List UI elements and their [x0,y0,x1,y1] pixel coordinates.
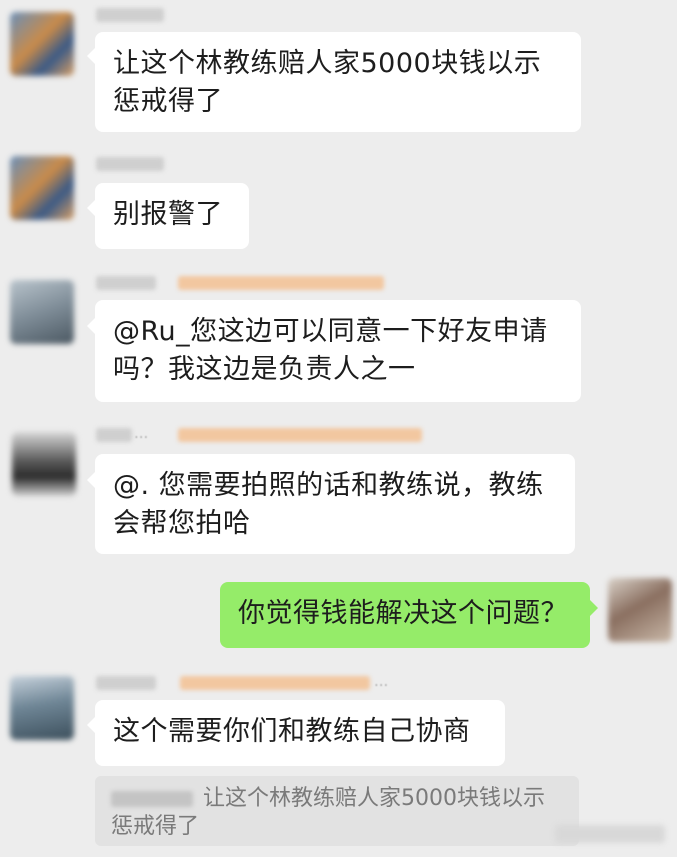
message-bubble[interactable]: 别报警了 [95,183,249,249]
message-text: 让这个林教练赔人家5000块钱以示惩戒得了 [113,48,542,117]
sender-group-remark [178,428,422,442]
avatar[interactable] [10,280,74,344]
message-text: 你觉得钱能解决这个问题？ [238,598,568,629]
message-text: @Ru_您这边可以同意一下好友申请吗？我这边是负责人之一 [113,316,548,385]
bubble-tail [87,472,95,488]
bubble-tail [87,318,95,334]
bubble-tail [87,200,95,216]
outgoing-message-bubble[interactable]: 你觉得钱能解决这个问题？ [220,582,590,648]
message-bubble[interactable]: 让这个林教练赔人家5000块钱以示惩戒得了 [95,32,581,132]
avatar[interactable] [12,432,76,496]
message-text: 别报警了 [113,199,223,230]
watermark [555,825,665,843]
avatar[interactable] [10,156,74,220]
sender-name [96,157,164,171]
sender-group-remark [180,676,370,690]
my-avatar[interactable] [608,578,672,642]
sender-name [96,428,132,442]
message-text: 这个需要你们和教练自己协商 [113,716,471,747]
sender-name [96,676,156,690]
quoted-message[interactable]: 让这个林教练赔人家5000块钱以示惩戒得了 [95,776,579,846]
quoted-sender-name [111,791,193,807]
sender-name-ellipsis: ... [374,672,389,690]
avatar[interactable] [10,676,74,740]
sender-name-ellipsis: ... [134,424,149,442]
bubble-tail [87,48,95,64]
message-text: @. 您需要拍照的话和教练说，教练会帮您拍哈 [113,470,544,539]
sender-group-remark [178,276,384,290]
message-bubble[interactable]: 这个需要你们和教练自己协商 [95,700,505,766]
avatar[interactable] [10,12,74,76]
message-bubble[interactable]: @. 您需要拍照的话和教练说，教练会帮您拍哈 [95,454,575,554]
sender-name [96,276,156,290]
message-bubble[interactable]: @Ru_您这边可以同意一下好友申请吗？我这边是负责人之一 [95,300,581,402]
bubble-tail [87,717,95,733]
sender-name [96,8,164,22]
bubble-tail [590,600,598,616]
